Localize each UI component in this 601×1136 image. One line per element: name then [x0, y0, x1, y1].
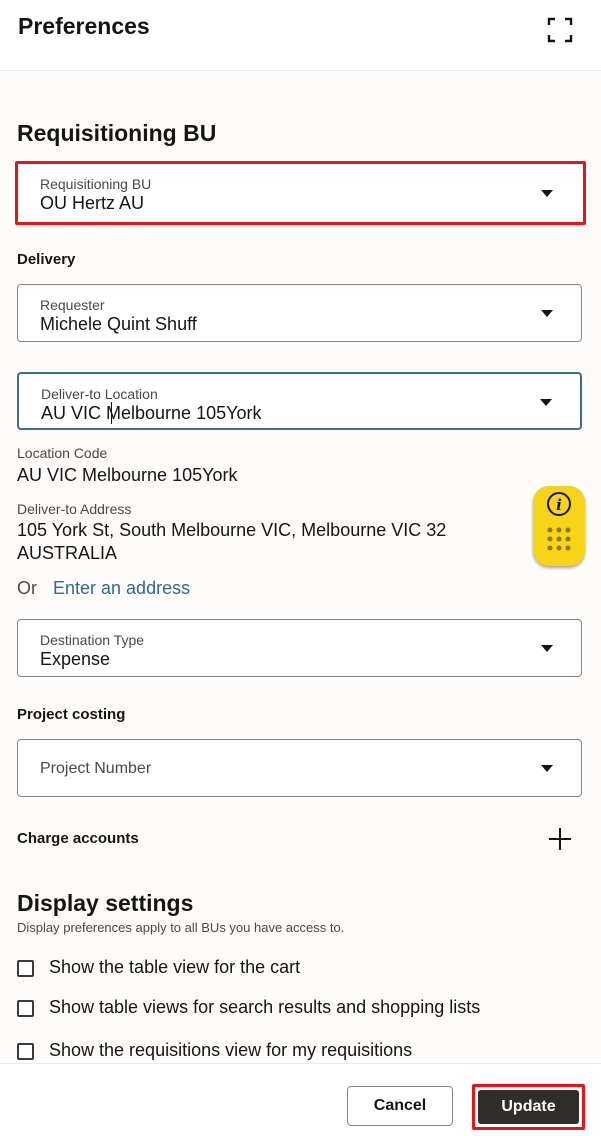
location-code-value: AU VIC Melbourne 105York [17, 465, 238, 485]
address-line-2: AUSTRALIA [17, 543, 118, 563]
requisitioning-bu-select[interactable]: Requisitioning BU OU Hertz AU [15, 161, 586, 225]
requester-value: Michele Quint Shuff [40, 314, 197, 334]
requisitions-view-checkbox[interactable] [17, 1043, 34, 1060]
deliver-to-address-label: Deliver-to Address [17, 501, 132, 517]
display-settings-heading: Display settings [17, 890, 194, 916]
address-line-1: 105 York St, South Melbourne VIC, Melbou… [17, 520, 447, 540]
or-text: Or [17, 578, 37, 598]
requester-label: Requester [40, 297, 105, 313]
update-button[interactable]: Update [478, 1090, 579, 1124]
chevron-down-icon [540, 399, 552, 406]
plus-icon[interactable] [549, 828, 571, 850]
destination-type-label: Destination Type [40, 632, 145, 648]
page-title: Preferences [18, 13, 150, 39]
search-table-view-checkbox[interactable] [17, 1000, 34, 1017]
checkbox-label: Show the table view for the cart [49, 957, 301, 977]
project-costing-heading: Project costing [17, 706, 126, 723]
charge-accounts-heading: Charge accounts [17, 830, 139, 847]
enter-address-link[interactable]: Enter an address [53, 578, 190, 599]
expand-icon[interactable] [547, 17, 573, 43]
text-cursor [111, 402, 112, 424]
deliver-to-address: 105 York St, South Melbourne VIC, Melbou… [17, 518, 537, 568]
chevron-down-icon [541, 310, 553, 317]
deliver-to-location-value[interactable]: AU VIC Melbourne 105York [41, 403, 261, 424]
checkbox-label: Show the requisitions view for my requis… [49, 1040, 413, 1060]
chevron-down-icon [541, 645, 553, 652]
update-button-highlight: Update [472, 1084, 585, 1130]
panel-header: Preferences [0, 0, 601, 71]
deliver-to-location-select[interactable]: Deliver-to Location AU VIC Melbourne 105… [17, 372, 582, 430]
project-number-placeholder: Project Number [40, 760, 152, 777]
location-code-label: Location Code [17, 445, 108, 461]
checkbox-label: Show table views for search results and … [49, 997, 481, 1017]
display-settings-help: Display preferences apply to all BUs you… [17, 920, 345, 935]
chevron-down-icon [541, 765, 553, 772]
requisitioning-bu-label: Requisitioning BU [40, 176, 152, 192]
requisitioning-bu-value: OU Hertz AU [40, 193, 145, 213]
deliver-to-location-label: Deliver-to Location [41, 386, 158, 402]
cart-table-view-checkbox[interactable] [17, 960, 34, 977]
dialog-footer: Cancel Update [0, 1063, 601, 1136]
chevron-down-icon [541, 190, 553, 197]
project-number-select[interactable]: Project Number [17, 739, 582, 797]
info-icon: i [547, 492, 571, 551]
guidance-helper-widget[interactable]: i [533, 486, 585, 566]
requisitioning-bu-heading: Requisitioning BU [17, 120, 217, 146]
destination-type-select[interactable]: Destination Type Expense [17, 619, 582, 677]
delivery-heading: Delivery [17, 251, 76, 268]
cancel-button[interactable]: Cancel [347, 1086, 453, 1126]
requester-select[interactable]: Requester Michele Quint Shuff [17, 284, 582, 342]
destination-type-value: Expense [40, 649, 111, 669]
svg-text:i: i [556, 496, 562, 514]
